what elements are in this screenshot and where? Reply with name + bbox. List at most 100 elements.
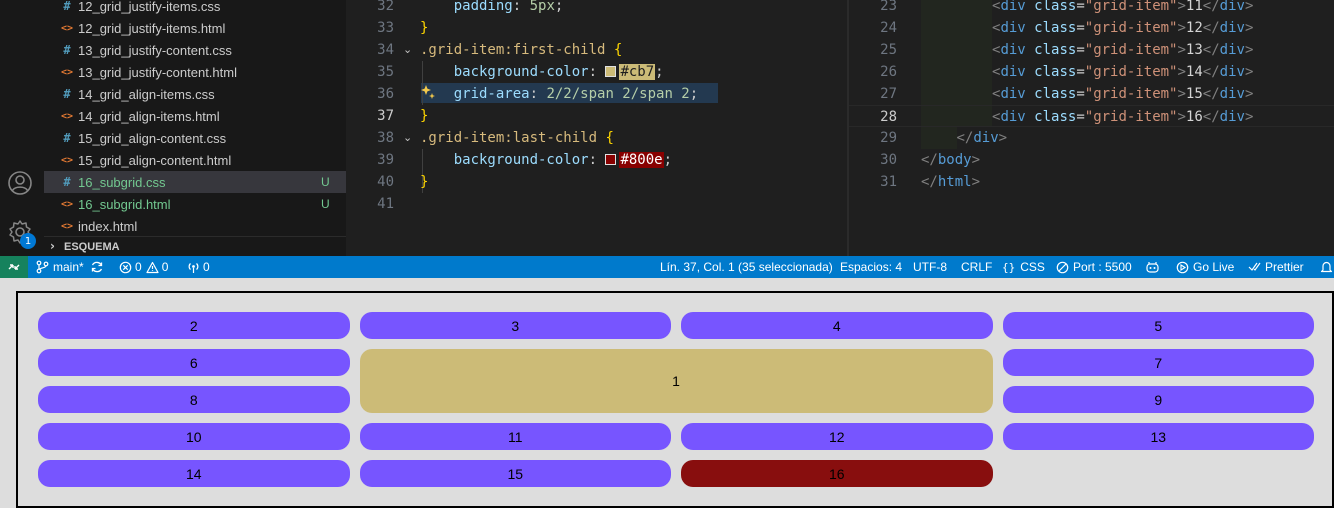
sparkle-icon[interactable] — [420, 84, 436, 100]
grid-item: 12 — [681, 423, 993, 450]
file-item[interactable]: <> index.html — [44, 215, 346, 237]
language-mode[interactable]: {} CSS — [1002, 256, 1045, 278]
css-file-icon: # — [63, 131, 71, 145]
outline-label: ESQUEMA — [64, 240, 120, 253]
eol-indicator[interactable]: CRLF — [961, 256, 992, 278]
file-item[interactable]: <> 12_grid_justify-items.html — [44, 17, 346, 39]
ports-indicator[interactable]: 0 — [187, 256, 210, 278]
remote-icon — [8, 264, 20, 270]
outline-section-header[interactable]: › ESQUEMA — [44, 236, 346, 256]
file-item[interactable]: #14_grid_align-items.css — [44, 83, 346, 105]
encoding-indicator[interactable]: UTF-8 — [913, 256, 947, 278]
code-token: " — [1084, 20, 1094, 36]
code-token: div — [1219, 86, 1245, 102]
grid-item: 14 — [38, 460, 350, 487]
remote-indicator[interactable] — [0, 256, 28, 278]
branch-indicator[interactable]: main* — [36, 256, 104, 278]
notifications-button[interactable] — [1320, 256, 1333, 278]
account-icon[interactable] — [7, 170, 33, 196]
code-token: > — [1177, 64, 1186, 80]
file-name: 14_grid_align-items.css — [78, 86, 215, 102]
color-swatch[interactable] — [605, 154, 617, 165]
line-number: 26 — [880, 64, 897, 80]
line-number: 30 — [880, 152, 897, 168]
file-item[interactable]: #16_subgrid.css U — [44, 171, 346, 193]
html-editor[interactable]: 23 <div class="grid-item">11</div> 24 <div … — [849, 0, 1334, 256]
html-file-icon: <> — [60, 198, 74, 210]
code-token: " — [1084, 42, 1094, 58]
code-line: 41 — [346, 193, 848, 215]
code-token: = — [1076, 64, 1085, 80]
code-token: grid-item — [1093, 0, 1170, 14]
problems-indicator[interactable]: 0 0 — [119, 256, 168, 278]
code-token: background-color — [453, 152, 589, 168]
line-number: 39 — [377, 152, 394, 168]
code-token: " — [1084, 86, 1094, 102]
code-token: </ — [1202, 64, 1220, 80]
file-item[interactable]: <> 14_grid_align-items.html — [44, 105, 346, 127]
file-item[interactable]: #13_grid_justify-content.css — [44, 39, 346, 61]
port-indicator[interactable]: Port : 5500 — [1056, 256, 1132, 278]
code-token: = — [1076, 20, 1085, 36]
code-token: div — [1219, 64, 1245, 80]
css-file-icon: # — [63, 0, 71, 13]
fold-chevron-icon[interactable]: ⌄ — [403, 127, 412, 149]
file-item[interactable]: #12_grid_justify-items.css — [44, 0, 346, 17]
code-token: " — [1084, 109, 1094, 125]
editor-area: 1 #12_grid_justify-items.css <> 12_grid_ju… — [0, 0, 1334, 256]
code-token: > — [1177, 86, 1186, 102]
code-line: 35 background-color: #cb7; — [346, 61, 848, 83]
grid-item: 7 — [1002, 349, 1314, 376]
line-number: 34 — [377, 42, 394, 58]
line-number: 25 — [880, 42, 897, 58]
code-token: class — [1025, 20, 1077, 36]
css-editor[interactable]: 32 padding: 5px; 33} 34 ⌄ .grid-item:first-c… — [346, 0, 848, 256]
code-token: </ — [1202, 109, 1220, 125]
code-line: 27 <div class="grid-item">15</div> — [849, 83, 1334, 105]
grid-item: 2 — [38, 312, 350, 339]
code-line: 34 ⌄ .grid-item:first-child { — [346, 39, 848, 61]
code-text: <div class="grid-item">13</div> — [992, 39, 1253, 61]
code-token: </ — [1202, 86, 1220, 102]
code-token: ; — [689, 86, 699, 102]
sync-icon[interactable] — [90, 260, 104, 274]
indentation-indicator[interactable]: Espacios: 4 — [840, 256, 902, 278]
color-swatch[interactable] — [605, 66, 617, 77]
prettier-indicator[interactable]: Prettier — [1248, 256, 1304, 278]
git-branch-icon — [36, 260, 49, 274]
copilot-indicator[interactable] — [1145, 256, 1160, 278]
code-token: </ — [956, 130, 974, 146]
code-token: > — [1177, 42, 1186, 58]
code-token: : — [588, 64, 606, 80]
code-token: > — [1244, 0, 1254, 14]
cursor-position[interactable]: Lín. 37, Col. 1 (35 seleccionada) — [660, 256, 833, 278]
code-token: class — [1025, 64, 1077, 80]
code-token: div — [973, 130, 999, 146]
code-token: : — [529, 86, 547, 102]
code-token: } — [420, 174, 429, 190]
file-item[interactable]: <> 15_grid_align-content.html — [44, 149, 346, 171]
circle-slash-icon — [1056, 261, 1069, 273]
file-item[interactable]: #15_grid_align-content.css — [44, 127, 346, 149]
branch-name: main* — [53, 260, 84, 274]
file-name: 13_grid_justify-content.css — [78, 42, 232, 58]
file-name: 14_grid_align-items.html — [78, 108, 220, 124]
go-live-button[interactable]: Go Live — [1176, 256, 1234, 278]
line-number: 28 — [880, 109, 897, 125]
file-item[interactable]: <> 16_subgrid.html U — [44, 193, 346, 215]
grid-item: 16 — [681, 460, 993, 487]
fold-chevron-icon[interactable]: ⌄ — [403, 39, 412, 61]
code-token: 11 — [1185, 0, 1203, 14]
code-text: </div> — [957, 127, 1008, 149]
code-token: .grid-item:first-child — [420, 42, 614, 58]
code-line: 31 </html> — [849, 171, 1334, 193]
ports-count: 0 — [203, 260, 210, 274]
code-token: </ — [921, 152, 938, 168]
code-token: { — [605, 130, 614, 146]
encoding-label: UTF-8 — [913, 260, 947, 274]
file-item[interactable]: <> 13_grid_justify-content.html — [44, 61, 346, 83]
code-text: background-color: #cb7; — [420, 61, 664, 83]
grid-item: 11 — [359, 423, 671, 450]
code-token: grid-item — [1093, 42, 1170, 58]
